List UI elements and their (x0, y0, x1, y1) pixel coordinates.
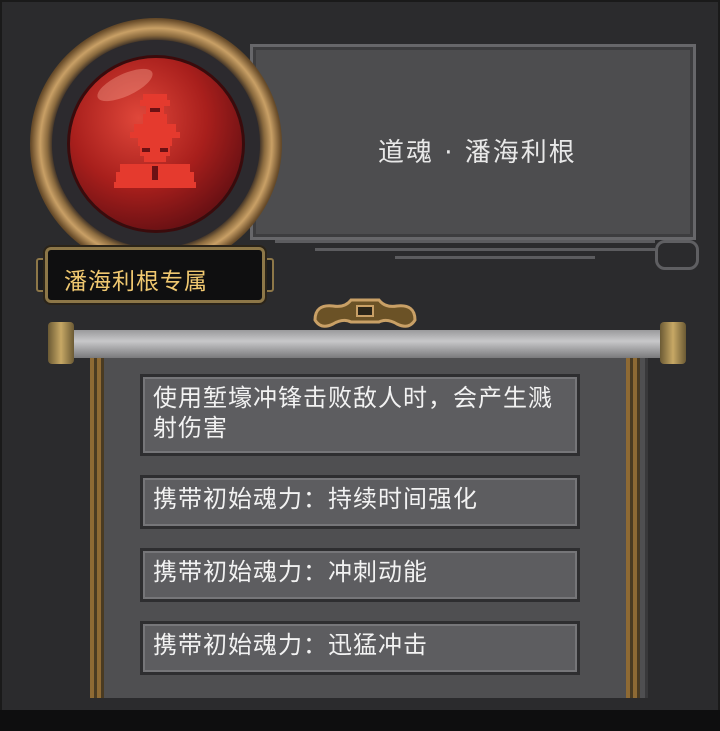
effect-row: 携带初始魂力：冲刺动能 (140, 548, 580, 602)
bottom-bar (0, 710, 720, 731)
scroll-knob-right (660, 322, 686, 364)
scroll-ornament-icon (313, 298, 417, 328)
effect-row: 携带初始魂力：迅猛冲击 (140, 621, 580, 675)
swirl-ornament-icon (655, 240, 699, 270)
scroll-edge-right (626, 330, 640, 698)
scroll-edge-left (90, 330, 104, 698)
effect-row: 使用堑壕冲锋击败敌人时，会产生溅射伤害 (140, 374, 580, 456)
exclusive-label: 潘海利根专属 (64, 269, 208, 295)
effect-row: 携带初始魂力：持续时间强化 (140, 475, 580, 529)
soldier-portrait-icon (114, 94, 196, 188)
plaque-decoration (275, 238, 695, 260)
scroll-rod (70, 330, 660, 358)
item-title: 道魂 · 潘海利根 (378, 138, 577, 168)
scroll-knob-left (48, 322, 74, 364)
